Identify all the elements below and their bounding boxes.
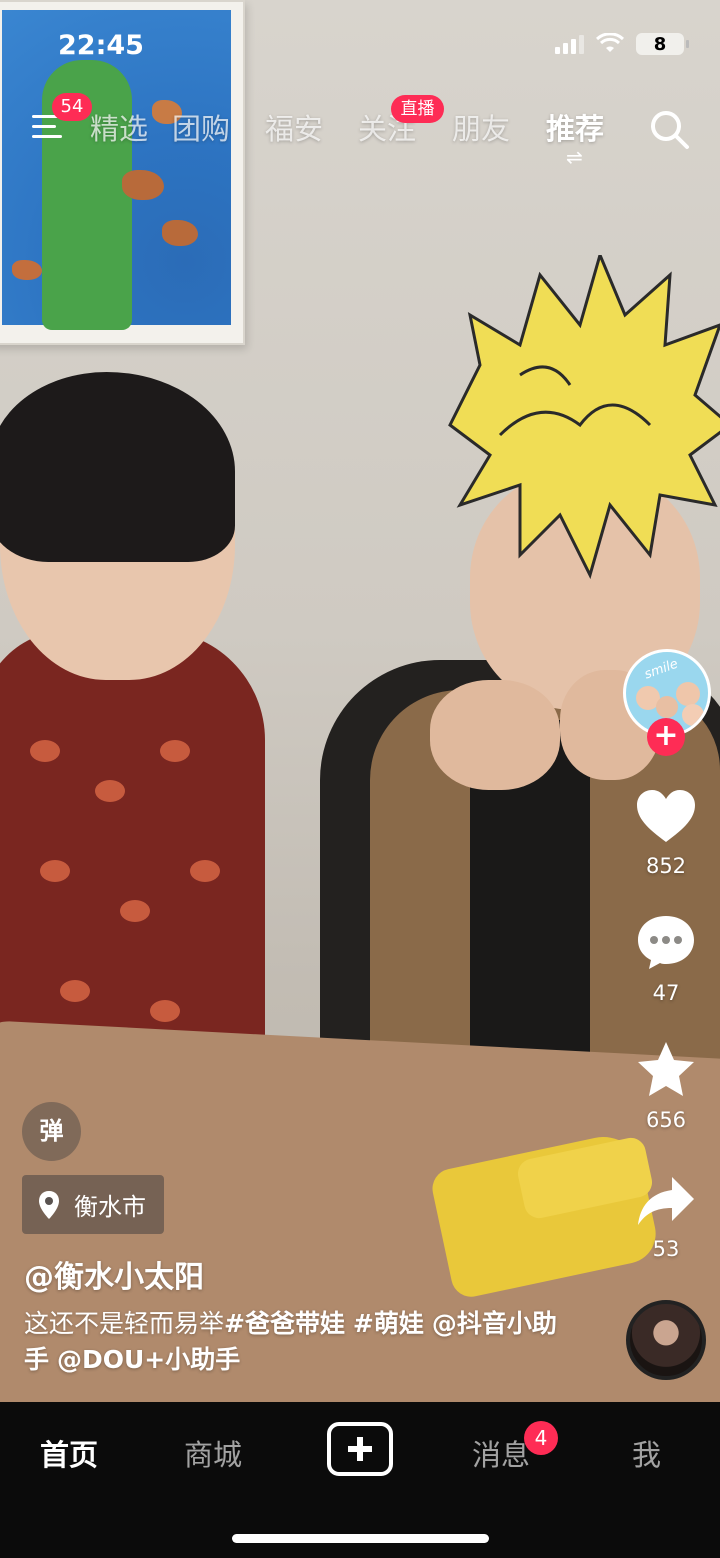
comment-count: 47 (652, 981, 680, 1005)
avatar-label: smile (642, 656, 681, 683)
share-button[interactable]: 53 (626, 1175, 706, 1261)
heart-icon (637, 790, 695, 842)
video-caption: 这还不是轻而易举#爸爸带娃 #萌娃 @抖音小助手 @DOU+小助手 (24, 1306, 564, 1378)
follow-button[interactable]: + (647, 718, 685, 756)
location-pin-icon (39, 1190, 59, 1219)
tab-group-buy[interactable]: 团购 (172, 106, 230, 148)
share-count: 53 (652, 1237, 680, 1261)
tab-recommended[interactable]: 推荐 (546, 106, 604, 148)
share-icon (638, 1177, 694, 1225)
swap-icon: ⇌ (566, 145, 583, 169)
music-disc-icon[interactable] (626, 1300, 706, 1380)
wifi-icon (596, 33, 624, 52)
tab-local[interactable]: 福安 (265, 106, 323, 148)
favorite-count: 656 (645, 1108, 687, 1132)
create-button[interactable] (327, 1422, 393, 1476)
location-label: 衡水市 (74, 1193, 146, 1221)
status-time: 22:45 (58, 30, 144, 61)
tab-featured[interactable]: 精选 (90, 106, 148, 148)
status-icons: 8 (555, 33, 689, 55)
cartoon-hair-effect (448, 255, 720, 580)
caption-space (345, 1309, 353, 1338)
tab-friends[interactable]: 朋友 (452, 106, 510, 148)
hashtag-link[interactable]: #萌娃 (353, 1309, 424, 1338)
home-indicator (232, 1534, 489, 1543)
tab-messages[interactable]: 消息 (472, 1432, 530, 1474)
comment-button[interactable]: 47 (626, 913, 706, 1005)
tab-me[interactable]: 我 (632, 1432, 661, 1474)
tab-mall[interactable]: 商城 (184, 1432, 242, 1474)
signal-icon (555, 34, 584, 54)
caption-text: 这还不是轻而易举 (24, 1309, 225, 1338)
mention-link[interactable]: @DOU+小助手 (57, 1345, 240, 1374)
favorite-button[interactable]: 656 (626, 1040, 706, 1132)
live-badge: 直播 (391, 95, 444, 123)
like-count: 852 (645, 854, 687, 878)
comment-icon (638, 916, 694, 969)
star-icon (638, 1042, 694, 1096)
author-name[interactable]: @衡水小太阳 (24, 1252, 204, 1296)
messages-badge: 4 (524, 1421, 558, 1455)
caption-space (424, 1309, 432, 1338)
plus-icon (348, 1437, 372, 1461)
child-figure (0, 630, 265, 1090)
tab-home[interactable]: 首页 (40, 1432, 98, 1474)
location-chip[interactable]: 衡水市 (22, 1175, 164, 1234)
hashtag-link[interactable]: #爸爸带娃 (224, 1309, 345, 1338)
battery-icon: 8 (636, 33, 689, 55)
top-tabs: 精选 团购 福安 关注 朋友 推荐 (90, 106, 620, 150)
caption-space (49, 1345, 57, 1374)
danmu-button[interactable]: 弹 (22, 1102, 81, 1161)
search-icon[interactable] (648, 108, 690, 150)
menu-badge: 54 (52, 93, 92, 121)
like-button[interactable]: 852 (626, 788, 706, 878)
